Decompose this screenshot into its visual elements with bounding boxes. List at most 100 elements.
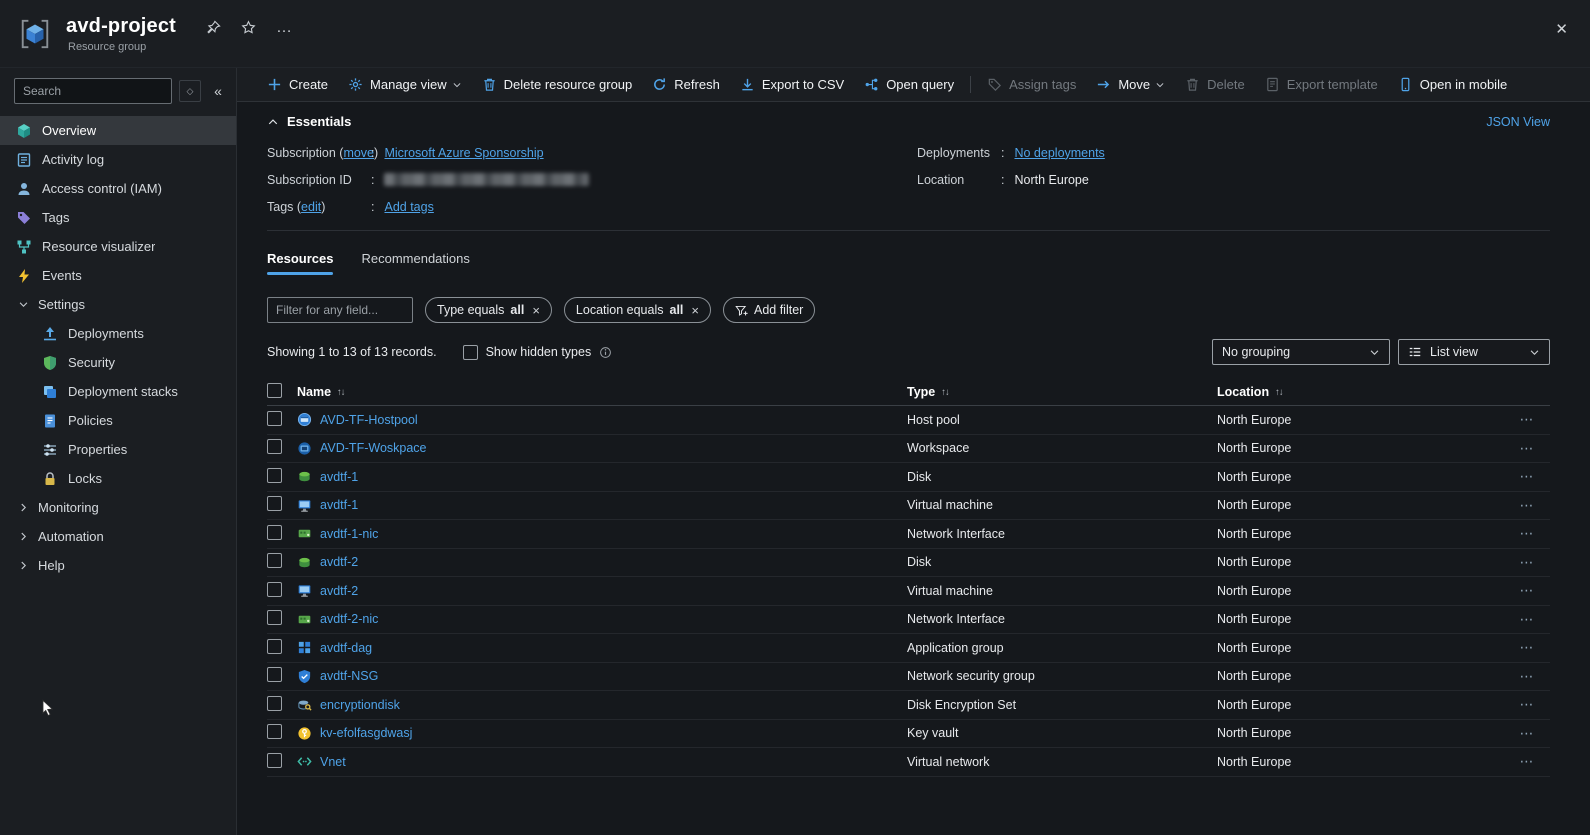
sidebar-item-policies[interactable]: Policies [0,406,236,435]
sidebar-item-security[interactable]: Security [0,348,236,377]
resource-name-link[interactable]: AVD-TF-Woskpace [320,441,427,455]
search-input[interactable] [14,78,172,104]
essentials-title[interactable]: Essentials [287,114,351,129]
collapse-menu-button[interactable]: « [208,80,228,102]
open-in-mobile-button[interactable]: Open in mobile [1388,68,1517,101]
sidebar-group-settings[interactable]: Settings [0,290,236,319]
row-context-menu[interactable]: ⋯ [1504,525,1550,542]
export-to-csv-button[interactable]: Export to CSV [730,68,854,101]
row-checkbox[interactable] [267,496,282,511]
sidebar-item-resource-visualizer[interactable]: Resource visualizer [0,232,236,261]
table-row-avdtf-2-disk[interactable]: avdtf-2 Disk North Europe ⋯ [267,549,1550,578]
row-context-menu[interactable]: ⋯ [1504,411,1550,428]
row-context-menu[interactable]: ⋯ [1504,753,1550,770]
row-checkbox[interactable] [267,525,282,540]
sidebar-item-access-control-iam[interactable]: Access control (IAM) [0,174,236,203]
refresh-button[interactable]: Refresh [642,68,730,101]
row-context-menu[interactable]: ⋯ [1504,725,1550,742]
resource-name-link[interactable]: avdtf-2 [320,584,358,598]
tab-recommendations[interactable]: Recommendations [361,251,469,275]
row-context-menu[interactable]: ⋯ [1504,554,1550,571]
row-checkbox[interactable] [267,753,282,768]
more-menu-icon[interactable]: … [276,23,292,33]
add-filter-button[interactable]: Add filter [723,297,815,323]
manage-view-button[interactable]: Manage view [338,68,472,101]
table-row-avdtf-1-virtual-machine[interactable]: avdtf-1 Virtual machine North Europe ⋯ [267,492,1550,521]
favorite-star-icon[interactable] [241,20,256,35]
row-checkbox[interactable] [267,553,282,568]
resource-name-link[interactable]: avdtf-1 [320,498,358,512]
sidebar-item-deployment-stacks[interactable]: Deployment stacks [0,377,236,406]
close-button[interactable]: ✕ [1555,20,1568,38]
sidebar-item-activity-log[interactable]: Activity log [0,145,236,174]
resource-name-link[interactable]: Vnet [320,755,346,769]
sidebar-item-events[interactable]: Events [0,261,236,290]
row-checkbox[interactable] [267,439,282,454]
row-context-menu[interactable]: ⋯ [1504,440,1550,457]
row-checkbox[interactable] [267,639,282,654]
row-checkbox[interactable] [267,610,282,625]
row-context-menu[interactable]: ⋯ [1504,582,1550,599]
table-row-kv-efolfasgdwasj-key-vault[interactable]: kv-efolfasgdwasj Key vault North Europe … [267,720,1550,749]
sidebar-group-automation[interactable]: Automation [0,522,236,551]
filter-pill-location-equals[interactable]: Location equals all × [564,297,711,323]
assign-tags-button[interactable]: Assign tags [977,68,1086,101]
row-context-menu[interactable]: ⋯ [1504,668,1550,685]
row-context-menu[interactable]: ⋯ [1504,611,1550,628]
resource-name-link[interactable]: encryptiondisk [320,698,400,712]
chevron-up-icon[interactable] [267,116,279,128]
delete-resource-group-button[interactable]: Delete resource group [472,68,643,101]
export-template-button[interactable]: Export template [1255,68,1388,101]
row-context-menu[interactable]: ⋯ [1504,639,1550,656]
sidebar-item-overview[interactable]: Overview [0,116,236,145]
search-options-button[interactable]: ◇ [179,80,201,102]
resource-name-link[interactable]: avdtf-1 [320,470,358,484]
tags-value[interactable]: Add tags [384,200,433,214]
resource-name-link[interactable]: kv-efolfasgdwasj [320,726,412,740]
sidebar-group-monitoring[interactable]: Monitoring [0,493,236,522]
grouping-dropdown[interactable]: No grouping [1212,339,1390,365]
subscription-value[interactable]: Microsoft Azure Sponsorship [384,146,543,160]
row-checkbox[interactable] [267,724,282,739]
show-hidden-types-toggle[interactable]: Show hidden types [463,345,613,360]
table-row-avdtf-2-virtual-machine[interactable]: avdtf-2 Virtual machine North Europe ⋯ [267,577,1550,606]
show-hidden-checkbox[interactable] [463,345,478,360]
resource-name-link[interactable]: avdtf-2 [320,555,358,569]
resource-name-link[interactable]: AVD-TF-Hostpool [320,413,418,427]
filter-input[interactable] [267,297,413,323]
row-checkbox[interactable] [267,582,282,597]
sidebar-item-tags[interactable]: Tags [0,203,236,232]
row-context-menu[interactable]: ⋯ [1504,696,1550,713]
pin-icon[interactable] [206,20,221,35]
table-row-encryptiondisk-disk-encryption-set[interactable]: encryptiondisk Disk Encryption Set North… [267,691,1550,720]
json-view-link[interactable]: JSON View [1486,115,1550,129]
tags-edit-link[interactable]: edit [301,200,321,214]
table-row-avd-tf-hostpool-host-pool[interactable]: AVD-TF-Hostpool Host pool North Europe ⋯ [267,406,1550,435]
resource-name-link[interactable]: avdtf-dag [320,641,372,655]
table-row-avdtf-nsg-network-security-group[interactable]: avdtf-NSG Network security group North E… [267,663,1550,692]
row-context-menu[interactable]: ⋯ [1504,468,1550,485]
subscription-move-link[interactable]: move [343,146,374,160]
remove-filter-icon[interactable]: × [691,303,699,318]
sidebar-item-properties[interactable]: Properties [0,435,236,464]
create-button[interactable]: Create [257,68,338,101]
sidebar-group-help[interactable]: Help [0,551,236,580]
resource-name-link[interactable]: avdtf-NSG [320,669,378,683]
table-row-avdtf-1-nic-network-interface[interactable]: avdtf-1-nic Network Interface North Euro… [267,520,1550,549]
row-checkbox[interactable] [267,468,282,483]
table-row-avdtf-2-nic-network-interface[interactable]: avdtf-2-nic Network Interface North Euro… [267,606,1550,635]
view-dropdown[interactable]: List view [1398,339,1550,365]
resource-name-link[interactable]: avdtf-1-nic [320,527,378,541]
select-all-checkbox[interactable] [267,383,282,398]
deployments-value[interactable]: No deployments [1014,146,1104,160]
table-row-avdtf-1-disk[interactable]: avdtf-1 Disk North Europe ⋯ [267,463,1550,492]
remove-filter-icon[interactable]: × [532,303,540,318]
delete-button[interactable]: Delete [1175,68,1255,101]
move-button[interactable]: Move [1086,68,1175,101]
row-checkbox[interactable] [267,411,282,426]
column-header-location[interactable]: Location [1217,385,1269,399]
open-query-button[interactable]: Open query [854,68,964,101]
table-row-avd-tf-woskpace-workspace[interactable]: AVD-TF-Woskpace Workspace North Europe ⋯ [267,435,1550,464]
tab-resources[interactable]: Resources [267,251,333,275]
sidebar-item-deployments[interactable]: Deployments [0,319,236,348]
